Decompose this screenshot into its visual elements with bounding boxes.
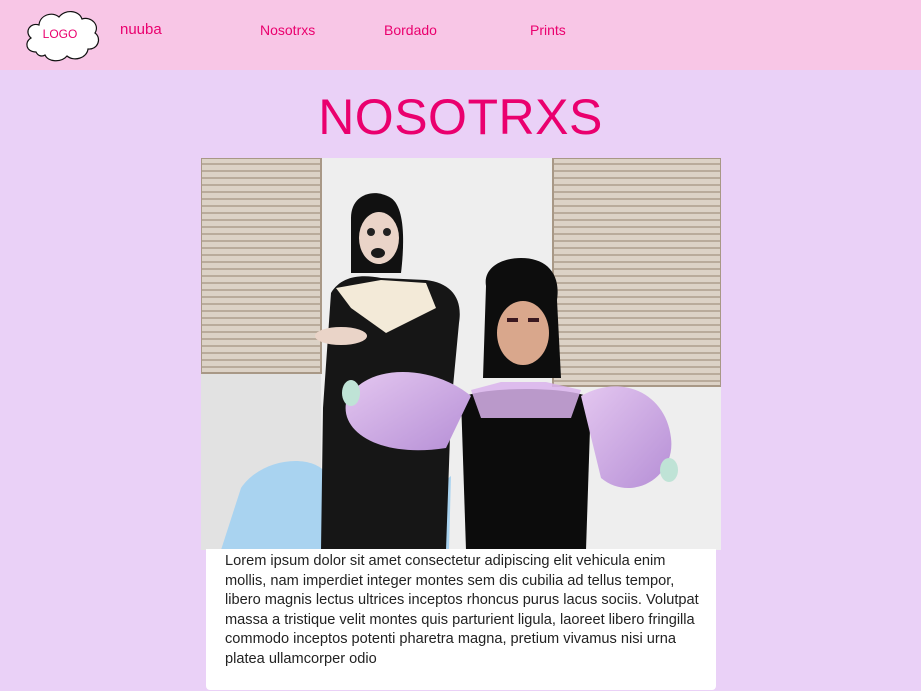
nav-link-bordado[interactable]: Bordado (384, 22, 437, 38)
page-title: NOSOTRXS (318, 89, 603, 145)
about-body-text: Lorem ipsum dolor sit amet consectetur a… (225, 553, 699, 667)
top-nav-bar: LOGO nuuba Nosotrxs Bordado Prints (0, 0, 921, 70)
team-photo (201, 158, 721, 550)
about-text-card: Lorem ipsum dolor sit amet consectetur a… (206, 549, 716, 690)
logo[interactable]: LOGO (22, 6, 102, 64)
nav-link-nosotrxs[interactable]: Nosotrxs (260, 22, 315, 38)
team-photo-illustration (201, 158, 721, 550)
brand-name[interactable]: nuuba (120, 21, 162, 38)
nav-link-prints[interactable]: Prints (530, 22, 566, 38)
logo-label: LOGO (42, 27, 78, 41)
